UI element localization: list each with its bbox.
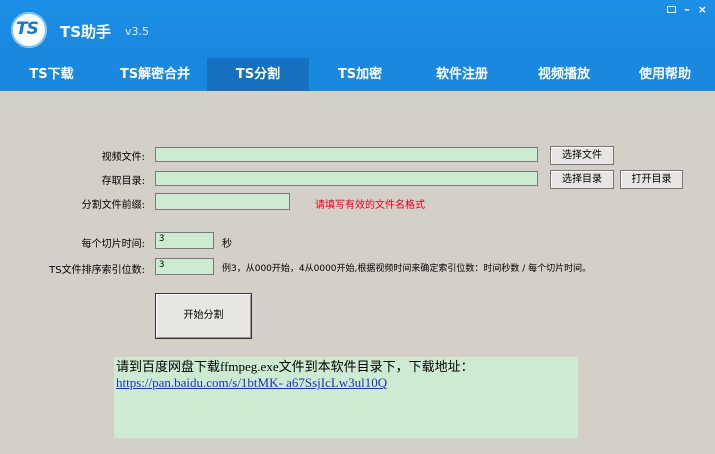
window-controls: – × xyxy=(667,2,707,16)
choose-dir-button[interactable]: 选择目录 xyxy=(550,170,614,189)
index-digits-input[interactable]: 3 xyxy=(155,258,214,275)
info-text: 请到百度网盘下载ffmpeg.exe文件到本软件目录下，下载地址： xyxy=(116,359,474,374)
prefix-label: 分割文件前缀: xyxy=(81,200,145,211)
tab-ts-decrypt-merge[interactable]: TS解密合并 xyxy=(103,58,207,91)
slice-time-label: 每个切片时间: xyxy=(81,239,145,250)
open-dir-button[interactable]: 打开目录 xyxy=(620,170,683,189)
slice-time-unit: 秒 xyxy=(222,239,232,250)
slice-time-input[interactable]: 3 xyxy=(155,232,214,249)
logo-text: TS xyxy=(16,19,39,39)
index-digits-label: TS文件排序索引位数: xyxy=(49,265,145,276)
close-icon[interactable]: × xyxy=(698,3,707,16)
tab-ts-download[interactable]: TS下载 xyxy=(0,58,103,91)
tab-ts-encrypt[interactable]: TS加密 xyxy=(309,58,411,91)
choose-file-button[interactable]: 选择文件 xyxy=(550,146,614,165)
minimize-icon[interactable]: – xyxy=(684,3,690,16)
tab-register[interactable]: 软件注册 xyxy=(411,58,513,91)
save-dir-label: 存取目录: xyxy=(101,176,145,187)
prefix-input[interactable] xyxy=(155,193,290,210)
index-digits-hint: 例3，从000开始，4从0000开始,根据视频时间来确定索引位数：时间秒数 / … xyxy=(222,264,592,274)
video-file-label: 视频文件: xyxy=(101,152,145,163)
app-logo: TS xyxy=(11,12,47,48)
tab-help[interactable]: 使用帮助 xyxy=(615,58,715,91)
title-bar: TS TS助手 v3.5 – × xyxy=(0,0,715,58)
tab-video-play[interactable]: 视频播放 xyxy=(513,58,615,91)
app-version: v3.5 xyxy=(125,25,150,38)
tab-ts-split[interactable]: TS分割 xyxy=(207,58,309,91)
app-window: TS TS助手 v3.5 – × TS下载 TS解密合并 TS分割 TS加密 软… xyxy=(0,0,715,454)
app-name: TS助手 xyxy=(60,23,112,41)
save-dir-input[interactable] xyxy=(155,171,538,186)
start-split-button[interactable]: 开始分割 xyxy=(155,293,252,339)
video-file-input[interactable] xyxy=(155,147,538,162)
info-panel: 请到百度网盘下载ffmpeg.exe文件到本软件目录下，下载地址： https:… xyxy=(114,357,578,438)
tab-bar: TS下载 TS解密合并 TS分割 TS加密 软件注册 视频播放 使用帮助 xyxy=(0,58,715,91)
download-link[interactable]: https://pan.baidu.com/s/1btMK- a67SsjIcL… xyxy=(116,375,387,390)
prefix-hint: 请填写有效的文件名格式 xyxy=(315,200,425,211)
menu-icon[interactable] xyxy=(667,3,677,16)
